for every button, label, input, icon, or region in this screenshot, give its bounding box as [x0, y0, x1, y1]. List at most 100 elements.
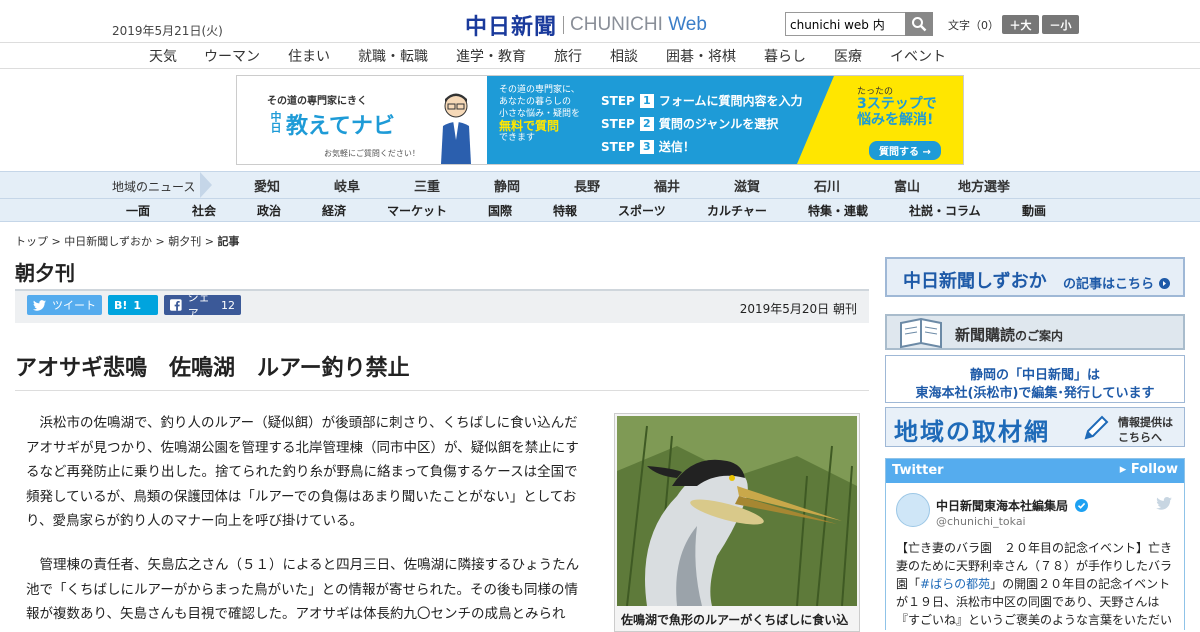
section-video[interactable]: 動画 — [1022, 202, 1046, 219]
region-gifu[interactable]: 岐阜 — [334, 176, 360, 195]
twitter-follow-button[interactable]: ▸ Follow — [1120, 462, 1178, 477]
banner-step-2: STEP 2 質問のジャンルを選択 — [601, 116, 779, 131]
nav-item-travel[interactable]: 旅行 — [554, 46, 582, 66]
heron-with-lure-image — [617, 416, 857, 606]
shizuoka-suffix: の記事はこちら — [1063, 273, 1170, 292]
region-shizuoka[interactable]: 静岡 — [494, 176, 520, 195]
nav-item-events[interactable]: イベント — [890, 46, 946, 66]
section-front-page[interactable]: 一面 — [126, 202, 150, 219]
tweet-author-name[interactable]: 中日新聞東海本社編集局 — [936, 497, 1089, 514]
facebook-share-button[interactable]: シェア 12 — [164, 291, 241, 320]
regional-news-nav: 地域のニュース 愛知 岐阜 三重 静岡 長野 福井 滋賀 石川 富山 地方選挙 — [0, 171, 1200, 199]
nav-item-medical[interactable]: 医療 — [834, 46, 862, 66]
shizuoka-title: 中日新聞しずおか — [903, 271, 1047, 292]
photo-caption: 佐鳴湖で魚形のルアーがくちばしに食い込 — [621, 613, 849, 627]
facebook-share-count: 12 — [221, 298, 235, 312]
subscription-title: 新聞購読のご案内 — [955, 326, 1064, 344]
logo-text-en: CHUNICHI Web — [570, 14, 707, 35]
region-ishikawa[interactable]: 石川 — [814, 176, 840, 195]
tweet-hashtag[interactable]: #ばらの都苑 — [920, 577, 990, 591]
section-sports[interactable]: スポーツ — [618, 202, 666, 219]
article-paragraph-line: り、愛鳥家らが釣り人のマナー向上を呼び掛けている。 — [26, 513, 363, 529]
section-nav: 一面 社会 政治 経済 マーケット 国際 特報 スポーツ カルチャー 特集・連載… — [0, 199, 1200, 222]
local-reporting-network-link[interactable]: 地域の取材網 情報提供は こちらへ — [885, 407, 1185, 447]
article-headline: アオサギ悲鳴 佐鳴湖 ルアー釣り禁止 — [15, 356, 410, 381]
banner-right-headline: 3ステップで 悩みを解消! — [857, 96, 937, 128]
breadcrumb-shizuoka[interactable]: 中日新聞しずおか — [64, 235, 152, 248]
tweet-author-handle[interactable]: @chunichi_tokai — [936, 515, 1026, 528]
section-international[interactable]: 国際 — [488, 202, 512, 219]
region-aichi[interactable]: 愛知 — [254, 176, 280, 195]
font-larger-button[interactable]: ＋大 — [1002, 15, 1039, 34]
shizuoka-articles-link[interactable]: 中日新聞しずおか の記事はこちら — [885, 257, 1185, 297]
banner-ask-button[interactable]: 質問する → — [869, 141, 941, 160]
twitter-label: Twitter — [892, 463, 944, 478]
nav-item-living[interactable]: 暮らし — [764, 46, 806, 66]
section-features[interactable]: 特集・連載 — [808, 202, 868, 219]
category-nav: 天気 ウーマン 住まい 就職・転職 進学・教育 旅行 相談 囲碁・将棋 暮らし … — [0, 42, 1200, 69]
article-paragraph-line: 池で「くちばしにルアーがからまった鳥がいた」との情報が寄せられた。その後も同様の… — [26, 581, 579, 598]
oshiete-navi-banner[interactable]: その道の専門家にきく 中日 教えてナビ お気軽にご質問ください！ その道の専門家に… — [236, 75, 964, 165]
section-economy[interactable]: 経済 — [322, 202, 346, 219]
section-editorials[interactable]: 社説・コラム — [909, 202, 981, 219]
tweet-button[interactable]: ツイート — [27, 295, 102, 315]
current-date: 2019年5月21日(火) — [112, 24, 223, 38]
article-photo[interactable]: 佐鳴湖で魚形のルアーがくちばしに食い込 — [614, 413, 860, 632]
nav-item-education[interactable]: 進学・教育 — [456, 46, 526, 66]
article-paragraph-line: 管理棟の責任者、矢島広之さん（５１）によると四月三日、佐鳴湖に隣接するひょうたん — [39, 557, 580, 573]
nav-item-weather[interactable]: 天気 — [149, 46, 177, 66]
nav-item-go-shogi[interactable]: 囲碁・将棋 — [666, 46, 736, 66]
font-smaller-button[interactable]: －小 — [1042, 15, 1079, 34]
section-market[interactable]: マーケット — [387, 202, 447, 219]
region-nagano[interactable]: 長野 — [574, 176, 600, 195]
banner-description: その道の専門家に、 あなたの暮らしの 小さな悩み・疑問を 無料で質問 できます — [499, 85, 581, 143]
site-header: 2019年5月21日(火) 中日新聞 CHUNICHI Web 文字（0） ＋大… — [0, 0, 1200, 42]
banner-title: 中日 教えてナビ — [269, 111, 395, 139]
search-button[interactable] — [905, 12, 933, 36]
search-icon — [912, 17, 927, 32]
search-input[interactable] — [785, 12, 905, 36]
region-mie[interactable]: 三重 — [414, 176, 440, 195]
twitter-bird-icon — [33, 299, 46, 311]
publication-date: 2019年5月20日 朝刊 — [739, 302, 857, 316]
avatar[interactable] — [896, 493, 930, 527]
region-toyama[interactable]: 富山 — [894, 176, 920, 195]
arrow-circle-icon — [1158, 278, 1170, 289]
section-society[interactable]: 社会 — [192, 202, 216, 219]
regional-news-label: 地域のニュース — [112, 180, 196, 194]
article-paragraph-line: 浜松市の佐鳴湖で、釣り人のルアー（疑似餌）が後頭部に刺さり、くちばしに食い込んだ — [39, 415, 578, 431]
breadcrumb-top[interactable]: トップ — [15, 235, 48, 248]
region-fukui[interactable]: 福井 — [654, 176, 680, 195]
font-size-label: 文字（0） — [948, 19, 999, 32]
logo-text-jp: 中日新聞 — [465, 14, 558, 40]
nav-item-jobs[interactable]: 就職・転職 — [358, 46, 428, 66]
section-special-report[interactable]: 特報 — [553, 202, 577, 219]
site-logo[interactable]: 中日新聞 CHUNICHI Web — [465, 9, 707, 41]
subscription-info-link[interactable]: 新聞購読のご案内 — [885, 314, 1185, 350]
newspaper-icon — [900, 317, 942, 349]
region-arrow-icon — [200, 172, 212, 198]
nav-item-woman[interactable]: ウーマン — [204, 46, 260, 66]
section-politics[interactable]: 政治 — [257, 202, 281, 219]
section-title: 朝夕刊 — [15, 261, 75, 285]
share-bar: ツイート B! 1 シェア 12 2019年5月20日 朝刊 — [15, 289, 869, 323]
section-culture[interactable]: カルチャー — [707, 202, 767, 219]
local-network-note-1: 情報提供は — [1118, 416, 1173, 429]
article-paragraph-line: アオサギが見つかり、佐鳴湖公園を管理する北岸管理棟（同市中区）が、疑似餌を禁止に… — [26, 439, 579, 456]
article-paragraph-line: るなど再発防止に乗り出した。捨てられた釣り糸が野鳥に絡まって負傷するケースは全国… — [26, 464, 578, 480]
verified-badge-icon — [1075, 499, 1089, 512]
nav-item-advice[interactable]: 相談 — [610, 46, 638, 66]
breadcrumb-editions[interactable]: 朝夕刊 — [168, 235, 201, 248]
nav-item-housing[interactable]: 住まい — [288, 46, 330, 66]
banner-step-1: STEP 1 フォームに質問内容を入力 — [601, 93, 803, 108]
pencil-icon — [1084, 415, 1109, 440]
facebook-share-label: シェア — [187, 291, 210, 320]
local-network-title: 地域の取材網 — [894, 418, 1050, 446]
tokai-hq-line-1: 静岡の「中日新聞」は — [969, 368, 1100, 383]
twitter-widget: Twitter ▸ Follow 中日新聞東海本社編集局 @chunichi_t… — [885, 458, 1185, 630]
tokai-hq-notice[interactable]: 静岡の「中日新聞」は 東海本社(浜松市)で編集･発行しています — [885, 355, 1185, 403]
region-local-elections[interactable]: 地方選挙 — [958, 176, 1010, 195]
hatena-bookmark-button[interactable]: B! 1 — [108, 295, 158, 315]
region-shiga[interactable]: 滋賀 — [734, 176, 760, 195]
tweet-label: ツイート — [52, 299, 96, 312]
